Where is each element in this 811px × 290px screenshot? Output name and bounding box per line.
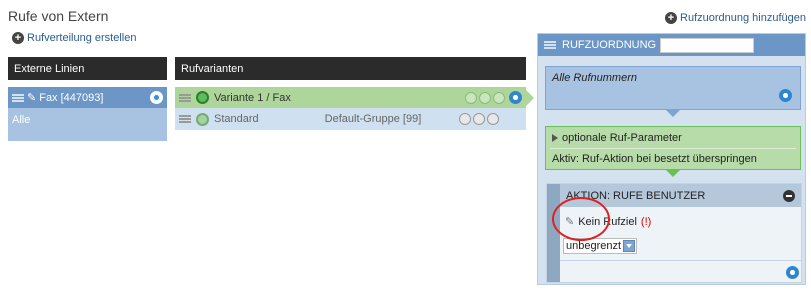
rufvarianten-header: Rufvarianten [175, 57, 526, 80]
plus-circle-icon: + [665, 12, 678, 24]
circle-action-icon[interactable] [465, 91, 477, 104]
gear-icon[interactable] [779, 89, 792, 102]
highlight-circle [552, 197, 610, 241]
linie-row-fax[interactable]: ✎ Fax [447093] [8, 87, 167, 108]
optionale-parameter-toggle[interactable]: optionale Ruf-Parameter [552, 132, 682, 144]
optionale-parameter-detail: Aktiv: Ruf-Aktion bei besetzt überspring… [552, 153, 757, 165]
externe-linien-header: Externe Linien [8, 57, 167, 80]
gear-icon[interactable] [509, 91, 522, 104]
chevron-down-icon[interactable] [623, 240, 635, 252]
rufvarianten-header-label: Rufvarianten [181, 62, 244, 75]
gear-icon[interactable] [150, 91, 163, 104]
add-rufverteilung-label: Rufverteilung erstellen [27, 32, 137, 44]
linie-label: Alle [12, 114, 31, 126]
divider [550, 148, 796, 149]
rufzuordnung-header: RUFZUORDNUNG [538, 34, 805, 56]
arrow-down-icon [666, 170, 680, 177]
status-inactive-icon [196, 112, 209, 126]
variant-row-standard[interactable]: Standard Default-Gruppe [99] [175, 108, 526, 130]
add-rufzuordnung-label: Rufzuordnung hinzufügen [680, 12, 806, 24]
drag-handle-icon[interactable] [544, 41, 556, 49]
alle-rufnummern-label: Alle Rufnummern [552, 72, 637, 84]
duration-value: unbegrenzt [566, 240, 622, 252]
remove-icon[interactable] [783, 189, 795, 202]
page-title: Rufe von Extern [8, 8, 109, 24]
optionale-parameter-box[interactable]: optionale Ruf-Parameter Aktiv: Ruf-Aktio… [545, 126, 801, 170]
variant-row-1[interactable]: Variante 1 / Fax [175, 87, 526, 108]
variant-name: Variante 1 / Fax [214, 91, 291, 104]
linie-row-alle[interactable]: Alle [8, 108, 167, 141]
circle-action-icon[interactable] [479, 91, 491, 104]
divider [560, 260, 801, 261]
alle-rufnummern-box[interactable]: Alle Rufnummern [545, 66, 801, 110]
optionale-parameter-title: optionale Ruf-Parameter [562, 132, 682, 144]
gear-icon[interactable] [786, 266, 799, 279]
drag-handle-icon[interactable] [12, 93, 24, 102]
arrow-down-icon [666, 110, 680, 117]
status-active-icon [196, 91, 209, 104]
connector-arrow-icon [526, 90, 534, 106]
circle-action-icon[interactable] [487, 113, 499, 125]
variant-action-icons [459, 113, 499, 125]
circle-action-icon[interactable] [459, 113, 471, 125]
warning-text: (!) [640, 215, 652, 228]
drag-handle-icon[interactable] [179, 115, 191, 123]
plus-circle-icon: + [12, 32, 24, 44]
pencil-icon[interactable]: ✎ [27, 91, 36, 104]
rufzuordnung-name-input[interactable] [660, 37, 755, 53]
circle-action-icon[interactable] [473, 113, 485, 125]
add-rufzuordnung-link[interactable]: + Rufzuordnung hinzufügen [665, 12, 806, 24]
variant-name: Standard [214, 113, 259, 125]
variant-group: Default-Gruppe [99] [324, 113, 422, 125]
expand-arrow-icon [552, 134, 558, 142]
add-rufverteilung-link[interactable]: + Rufverteilung erstellen [12, 32, 136, 44]
linie-label: Fax [447093] [39, 91, 104, 104]
variant-action-icons [465, 91, 505, 104]
externe-linien-header-label: Externe Linien [14, 62, 85, 75]
rufzuordnung-title: RUFZUORDNUNG [562, 39, 657, 51]
circle-action-icon[interactable] [493, 91, 505, 104]
drag-handle-icon[interactable] [179, 93, 191, 102]
